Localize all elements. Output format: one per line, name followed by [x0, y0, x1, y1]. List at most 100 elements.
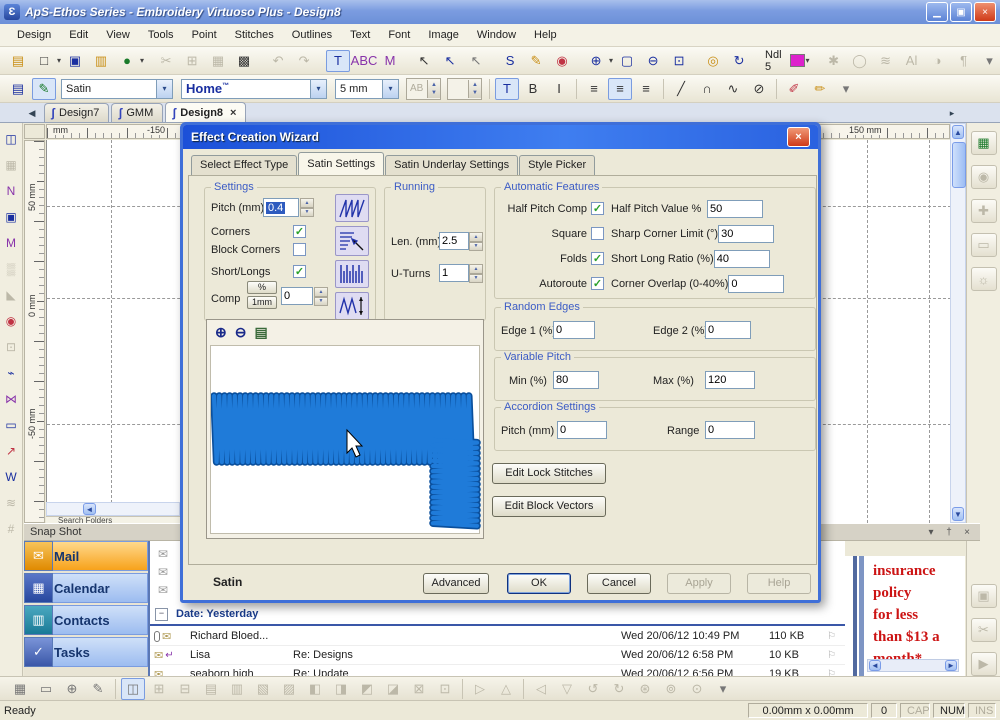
color-palette-icon[interactable]: ◉ — [550, 50, 574, 72]
menu-edit[interactable]: Edit — [60, 26, 97, 44]
monogram-abc-icon[interactable]: ABC — [352, 50, 376, 72]
scroll-left-icon[interactable]: ◄ — [83, 503, 96, 515]
flag-icon[interactable]: ⚐ — [827, 631, 845, 642]
half-pitch-comp-checkbox[interactable] — [591, 202, 604, 215]
panel-close-icon[interactable]: × — [960, 527, 974, 538]
rotate-right-icon[interactable]: ↻ — [607, 678, 631, 700]
zoom-out-icon[interactable]: ⊖ — [641, 50, 665, 72]
comp-pattern-icon[interactable] — [335, 292, 369, 320]
align-left-edges-icon[interactable]: ⊞ — [147, 678, 171, 700]
menu-point[interactable]: Point — [183, 26, 226, 44]
range-input[interactable] — [705, 421, 755, 439]
spinner-arrows-icon[interactable]: ▲▼ — [468, 80, 481, 98]
tab-close-icon[interactable]: × — [230, 107, 236, 119]
collapse-icon[interactable]: − — [155, 608, 168, 621]
min-input[interactable] — [553, 371, 599, 389]
dialog-tab-satin-settings[interactable]: Satin Settings — [298, 152, 384, 175]
comp-input[interactable] — [281, 287, 313, 305]
zigzag-n-icon[interactable]: N — [1, 181, 22, 200]
menu-font[interactable]: Font — [379, 26, 419, 44]
distribute-h-icon[interactable]: ◧ — [303, 678, 327, 700]
overflow-icon[interactable]: ▾ — [978, 50, 1000, 72]
flag-icon[interactable]: ⚐ — [827, 650, 845, 661]
baseline-none-icon[interactable]: ⊘ — [747, 78, 771, 100]
menu-help[interactable]: Help — [525, 26, 566, 44]
rows-icon[interactable]: ≋ — [1, 493, 22, 512]
baseline-line-icon[interactable]: ╱ — [669, 78, 693, 100]
comp-1mm-button[interactable]: 1mm — [247, 296, 277, 309]
mail-row[interactable]: ✉seaborn highRe: UpdateWed 20/06/12 6:56… — [150, 665, 845, 676]
crosshair-icon[interactable]: ⊕ — [60, 678, 84, 700]
space-h-icon[interactable]: ◩ — [355, 678, 379, 700]
comp-percent-button[interactable]: % — [247, 281, 277, 294]
kerning-spinner[interactable]: ▲▼ — [447, 78, 482, 100]
edit-block-vectors-button[interactable]: Edit Block Vectors — [492, 496, 606, 517]
flip-down-icon[interactable]: ▽ — [555, 678, 579, 700]
close-button[interactable]: × — [974, 2, 996, 22]
dropdown-arrow-icon[interactable]: ▾ — [156, 80, 172, 98]
ungroup-icon[interactable]: ⊡ — [433, 678, 457, 700]
edit-sheet-icon[interactable]: ✎ — [32, 78, 56, 100]
panel-pin-icon[interactable]: † — [942, 527, 956, 538]
apply-button[interactable]: Apply — [667, 573, 731, 594]
short-longs-pattern-icon[interactable] — [335, 260, 369, 288]
save-icon[interactable]: ▣ — [63, 50, 87, 72]
zoom-out-icon[interactable]: ⊖ — [235, 324, 247, 341]
menu-view[interactable]: View — [97, 26, 139, 44]
align-tops-icon[interactable]: ▤ — [199, 678, 223, 700]
align-right-icon[interactable]: ≡ — [634, 78, 658, 100]
stitch-star-icon[interactable]: ✱ — [822, 50, 846, 72]
pan-hand-icon[interactable]: ◎ — [701, 50, 725, 72]
zoom-in-icon[interactable]: ⊕ — [215, 324, 227, 341]
text-tool-icon[interactable]: T — [326, 50, 350, 72]
menu-design[interactable]: Design — [8, 26, 60, 44]
minimize-button[interactable]: ▁ — [926, 2, 948, 22]
length-spinner[interactable]: ▲▼ — [469, 232, 483, 251]
outlook-contacts-button[interactable]: ▥Contacts — [24, 605, 148, 635]
stitch-type-combo[interactable]: Satin▾ — [61, 79, 173, 99]
corner-overlap-0-40--input[interactable] — [728, 275, 784, 293]
dialog-tab-style-picker[interactable]: Style Picker — [519, 155, 595, 175]
comp-spinner[interactable]: ▲▼ — [314, 287, 328, 306]
grid-icon[interactable]: ▦ — [8, 678, 32, 700]
block-corners-checkbox[interactable] — [293, 243, 306, 256]
max-input[interactable] — [705, 371, 755, 389]
zoom-box-icon[interactable]: ▢ — [615, 50, 639, 72]
length-input[interactable] — [439, 232, 469, 250]
horizontal-scrollbar[interactable]: ◄ — [46, 502, 180, 516]
short-longs-checkbox[interactable] — [293, 265, 306, 278]
mail-date-group-header[interactable]: − Date: Yesterday — [150, 605, 845, 623]
s-curve-icon[interactable]: S — [498, 50, 522, 72]
mail-row[interactable]: ✉↵LisaRe: DesignsWed 20/06/12 6:58 PM10 … — [150, 646, 845, 665]
baseline-arc-icon[interactable]: ∩ — [695, 78, 719, 100]
corners-pattern-icon[interactable] — [335, 226, 369, 256]
text-mode-icon[interactable]: T — [495, 78, 519, 100]
magic-pencil-icon[interactable]: ✐ — [782, 78, 806, 100]
hash-icon[interactable]: # — [1, 519, 22, 538]
pen-icon[interactable]: ✎ — [86, 678, 110, 700]
menu-text[interactable]: Text — [341, 26, 379, 44]
snip-icon[interactable]: ✂ — [971, 618, 997, 642]
accordion-pitch-input[interactable] — [557, 421, 607, 439]
half-pitch-value--input[interactable] — [707, 200, 763, 218]
mail-row[interactable]: ✉Richard Bloed...Wed 20/06/12 10:49 PM11… — [150, 627, 845, 646]
space-v-icon[interactable]: ◪ — [381, 678, 405, 700]
density-icon[interactable]: ≋ — [874, 50, 898, 72]
timer-icon[interactable]: ◑ — [926, 50, 950, 72]
outlook-tasks-button[interactable]: ✓Tasks — [24, 637, 148, 667]
document-tab-design8[interactable]: ʃDesign8× — [165, 102, 246, 122]
dropdown-arrow-icon[interactable]: ▾ — [140, 56, 144, 65]
bezier-icon[interactable]: ⌁ — [1, 363, 22, 382]
align-bottoms-icon[interactable]: ▥ — [225, 678, 249, 700]
redo-icon[interactable]: ↷ — [292, 50, 316, 72]
align-right-edges-icon[interactable]: ⊟ — [173, 678, 197, 700]
w-stitch-icon[interactable]: W — [1, 467, 22, 486]
machine-icon[interactable]: ⊡ — [1, 337, 22, 356]
open-icon[interactable]: ▤ — [6, 50, 30, 72]
edit-lock-stitches-button[interactable]: Edit Lock Stitches — [492, 463, 606, 484]
lettering-icon[interactable]: Al — [900, 50, 924, 72]
distribute-v-icon[interactable]: ◨ — [329, 678, 353, 700]
edge2-input[interactable] — [705, 321, 751, 339]
autoroute-checkbox[interactable] — [591, 277, 604, 290]
align-center-icon[interactable]: ≡ — [608, 78, 632, 100]
